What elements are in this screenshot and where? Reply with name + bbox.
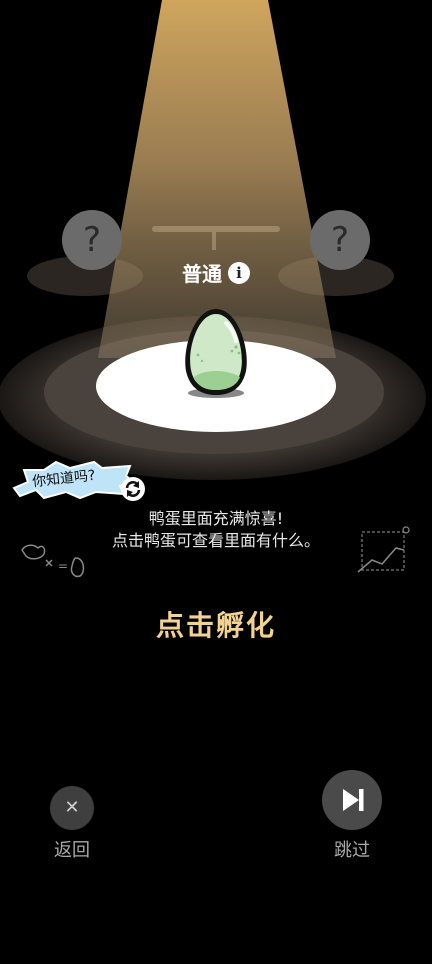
hatch-scene: ? ? 普通 i 你知道吗? 鸭蛋里面充满惊喜! 点击鸭蛋可查看里面有什么。 =…	[0, 0, 432, 964]
close-icon: ✕	[64, 797, 80, 818]
rarity-label: 普通	[182, 262, 222, 286]
skip-button[interactable]	[322, 770, 382, 830]
hatch-button[interactable]: 点击孵化	[0, 604, 432, 644]
did-you-know-badge: 你知道吗?	[10, 456, 138, 502]
refresh-icon[interactable]	[120, 476, 146, 502]
bird-egg-doodle: =	[21, 544, 85, 578]
rarity-row: 普通 i	[0, 258, 432, 287]
skip-label[interactable]: 跳过	[322, 836, 382, 862]
back-button[interactable]: ✕	[50, 786, 94, 830]
back-label[interactable]: 返回	[42, 836, 102, 862]
skip-next-icon	[343, 789, 364, 811]
duck-egg[interactable]	[180, 305, 252, 397]
info-icon[interactable]: i	[228, 261, 250, 284]
chart-doodle	[357, 526, 410, 573]
doodle-equals: =	[58, 559, 68, 573]
